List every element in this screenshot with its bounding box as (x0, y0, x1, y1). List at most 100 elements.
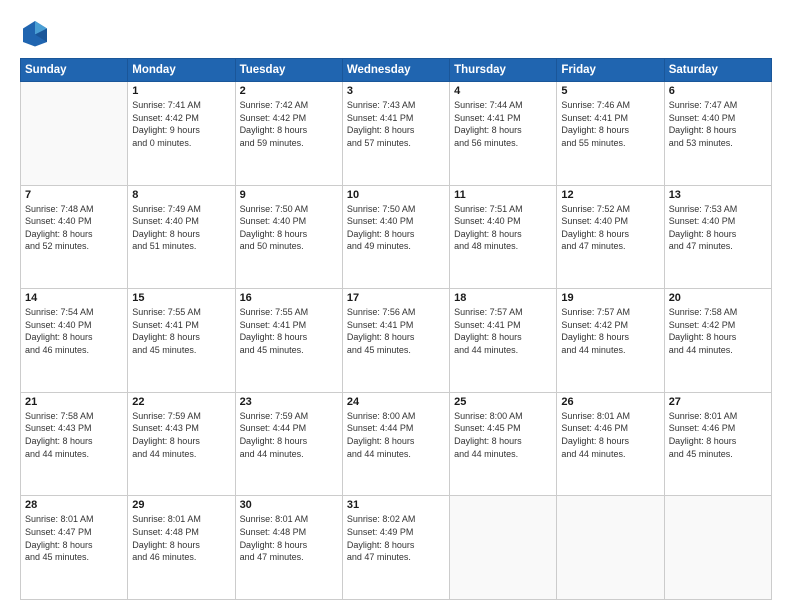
day-number: 15 (132, 292, 230, 304)
calendar-table: SundayMondayTuesdayWednesdayThursdayFrid… (20, 58, 772, 600)
day-number: 4 (454, 85, 552, 97)
day-info: Sunrise: 7:44 AM Sunset: 4:41 PM Dayligh… (454, 99, 552, 149)
day-cell: 20 Sunrise: 7:58 AM Sunset: 4:42 PM Dayli… (664, 289, 771, 393)
day-info: Sunrise: 7:59 AM Sunset: 4:43 PM Dayligh… (132, 410, 230, 460)
week-row-4: 21 Sunrise: 7:58 AM Sunset: 4:43 PM Dayli… (21, 392, 772, 496)
day-number: 8 (132, 189, 230, 201)
day-info: Sunrise: 8:01 AM Sunset: 4:46 PM Dayligh… (669, 410, 767, 460)
week-row-5: 28 Sunrise: 8:01 AM Sunset: 4:47 PM Dayli… (21, 496, 772, 600)
day-info: Sunrise: 7:52 AM Sunset: 4:40 PM Dayligh… (561, 203, 659, 253)
day-cell: 7 Sunrise: 7:48 AM Sunset: 4:40 PM Daylig… (21, 185, 128, 289)
day-cell: 28 Sunrise: 8:01 AM Sunset: 4:47 PM Dayli… (21, 496, 128, 600)
page: SundayMondayTuesdayWednesdayThursdayFrid… (0, 0, 792, 612)
day-cell: 23 Sunrise: 7:59 AM Sunset: 4:44 PM Dayli… (235, 392, 342, 496)
day-number: 16 (240, 292, 338, 304)
day-cell (557, 496, 664, 600)
day-number: 21 (25, 396, 123, 408)
day-number: 13 (669, 189, 767, 201)
day-cell: 9 Sunrise: 7:50 AM Sunset: 4:40 PM Daylig… (235, 185, 342, 289)
day-number: 7 (25, 189, 123, 201)
day-cell: 22 Sunrise: 7:59 AM Sunset: 4:43 PM Dayli… (128, 392, 235, 496)
day-number: 23 (240, 396, 338, 408)
day-info: Sunrise: 8:01 AM Sunset: 4:47 PM Dayligh… (25, 513, 123, 563)
day-number: 11 (454, 189, 552, 201)
weekday-header-tuesday: Tuesday (235, 59, 342, 82)
week-row-1: 1 Sunrise: 7:41 AM Sunset: 4:42 PM Daylig… (21, 82, 772, 186)
day-cell: 14 Sunrise: 7:54 AM Sunset: 4:40 PM Dayli… (21, 289, 128, 393)
day-info: Sunrise: 7:55 AM Sunset: 4:41 PM Dayligh… (240, 306, 338, 356)
day-info: Sunrise: 7:41 AM Sunset: 4:42 PM Dayligh… (132, 99, 230, 149)
day-cell: 25 Sunrise: 8:00 AM Sunset: 4:45 PM Dayli… (450, 392, 557, 496)
day-info: Sunrise: 7:55 AM Sunset: 4:41 PM Dayligh… (132, 306, 230, 356)
day-cell: 6Sunrise: 7:47 AM Sunset: 4:40 PM Daylig… (664, 82, 771, 186)
day-cell: 29 Sunrise: 8:01 AM Sunset: 4:48 PM Dayli… (128, 496, 235, 600)
logo-icon (20, 18, 50, 48)
day-info: Sunrise: 7:43 AM Sunset: 4:41 PM Dayligh… (347, 99, 445, 149)
day-cell: 16 Sunrise: 7:55 AM Sunset: 4:41 PM Dayli… (235, 289, 342, 393)
day-cell: 2 Sunrise: 7:42 AM Sunset: 4:42 PM Daylig… (235, 82, 342, 186)
day-cell: 15 Sunrise: 7:55 AM Sunset: 4:41 PM Dayli… (128, 289, 235, 393)
day-info: Sunrise: 8:01 AM Sunset: 4:46 PM Dayligh… (561, 410, 659, 460)
day-number: 28 (25, 499, 123, 511)
weekday-header-saturday: Saturday (664, 59, 771, 82)
day-cell: 12 Sunrise: 7:52 AM Sunset: 4:40 PM Dayli… (557, 185, 664, 289)
day-info: Sunrise: 8:00 AM Sunset: 4:44 PM Dayligh… (347, 410, 445, 460)
day-number: 2 (240, 85, 338, 97)
day-cell: 24 Sunrise: 8:00 AM Sunset: 4:44 PM Dayli… (342, 392, 449, 496)
day-number: 29 (132, 499, 230, 511)
day-info: Sunrise: 8:02 AM Sunset: 4:49 PM Dayligh… (347, 513, 445, 563)
day-number: 20 (669, 292, 767, 304)
logo (20, 18, 54, 48)
day-cell: 4 Sunrise: 7:44 AM Sunset: 4:41 PM Daylig… (450, 82, 557, 186)
day-cell: 21 Sunrise: 7:58 AM Sunset: 4:43 PM Dayli… (21, 392, 128, 496)
day-number: 17 (347, 292, 445, 304)
day-number: 18 (454, 292, 552, 304)
day-cell: 18 Sunrise: 7:57 AM Sunset: 4:41 PM Dayli… (450, 289, 557, 393)
day-info: Sunrise: 7:48 AM Sunset: 4:40 PM Dayligh… (25, 203, 123, 253)
day-cell: 30 Sunrise: 8:01 AM Sunset: 4:48 PM Dayli… (235, 496, 342, 600)
day-cell: 11Sunrise: 7:51 AM Sunset: 4:40 PM Dayli… (450, 185, 557, 289)
day-cell (450, 496, 557, 600)
day-number: 12 (561, 189, 659, 201)
day-number: 31 (347, 499, 445, 511)
day-info: Sunrise: 8:00 AM Sunset: 4:45 PM Dayligh… (454, 410, 552, 460)
day-cell: 26Sunrise: 8:01 AM Sunset: 4:46 PM Dayli… (557, 392, 664, 496)
day-number: 3 (347, 85, 445, 97)
day-info: Sunrise: 7:53 AM Sunset: 4:40 PM Dayligh… (669, 203, 767, 253)
day-cell: 17Sunrise: 7:56 AM Sunset: 4:41 PM Dayli… (342, 289, 449, 393)
weekday-header-thursday: Thursday (450, 59, 557, 82)
day-number: 22 (132, 396, 230, 408)
day-info: Sunrise: 7:54 AM Sunset: 4:40 PM Dayligh… (25, 306, 123, 356)
day-number: 14 (25, 292, 123, 304)
day-cell: 8 Sunrise: 7:49 AM Sunset: 4:40 PM Daylig… (128, 185, 235, 289)
day-info: Sunrise: 7:59 AM Sunset: 4:44 PM Dayligh… (240, 410, 338, 460)
day-number: 1 (132, 85, 230, 97)
day-number: 5 (561, 85, 659, 97)
day-number: 9 (240, 189, 338, 201)
day-number: 6 (669, 85, 767, 97)
day-cell (21, 82, 128, 186)
header (20, 18, 772, 48)
day-info: Sunrise: 7:46 AM Sunset: 4:41 PM Dayligh… (561, 99, 659, 149)
weekday-header-sunday: Sunday (21, 59, 128, 82)
day-number: 30 (240, 499, 338, 511)
day-info: Sunrise: 7:58 AM Sunset: 4:42 PM Dayligh… (669, 306, 767, 356)
day-number: 25 (454, 396, 552, 408)
day-info: Sunrise: 7:49 AM Sunset: 4:40 PM Dayligh… (132, 203, 230, 253)
weekday-header-wednesday: Wednesday (342, 59, 449, 82)
day-info: Sunrise: 7:42 AM Sunset: 4:42 PM Dayligh… (240, 99, 338, 149)
day-cell: 10Sunrise: 7:50 AM Sunset: 4:40 PM Dayli… (342, 185, 449, 289)
day-info: Sunrise: 8:01 AM Sunset: 4:48 PM Dayligh… (132, 513, 230, 563)
day-cell: 31 Sunrise: 8:02 AM Sunset: 4:49 PM Dayli… (342, 496, 449, 600)
day-number: 24 (347, 396, 445, 408)
day-cell (664, 496, 771, 600)
day-info: Sunrise: 7:57 AM Sunset: 4:41 PM Dayligh… (454, 306, 552, 356)
day-cell: 5 Sunrise: 7:46 AM Sunset: 4:41 PM Daylig… (557, 82, 664, 186)
day-info: Sunrise: 7:57 AM Sunset: 4:42 PM Dayligh… (561, 306, 659, 356)
day-cell: 13 Sunrise: 7:53 AM Sunset: 4:40 PM Dayli… (664, 185, 771, 289)
day-number: 27 (669, 396, 767, 408)
day-cell: 27 Sunrise: 8:01 AM Sunset: 4:46 PM Dayli… (664, 392, 771, 496)
day-info: Sunrise: 7:50 AM Sunset: 4:40 PM Dayligh… (240, 203, 338, 253)
day-info: Sunrise: 7:58 AM Sunset: 4:43 PM Dayligh… (25, 410, 123, 460)
day-info: Sunrise: 8:01 AM Sunset: 4:48 PM Dayligh… (240, 513, 338, 563)
